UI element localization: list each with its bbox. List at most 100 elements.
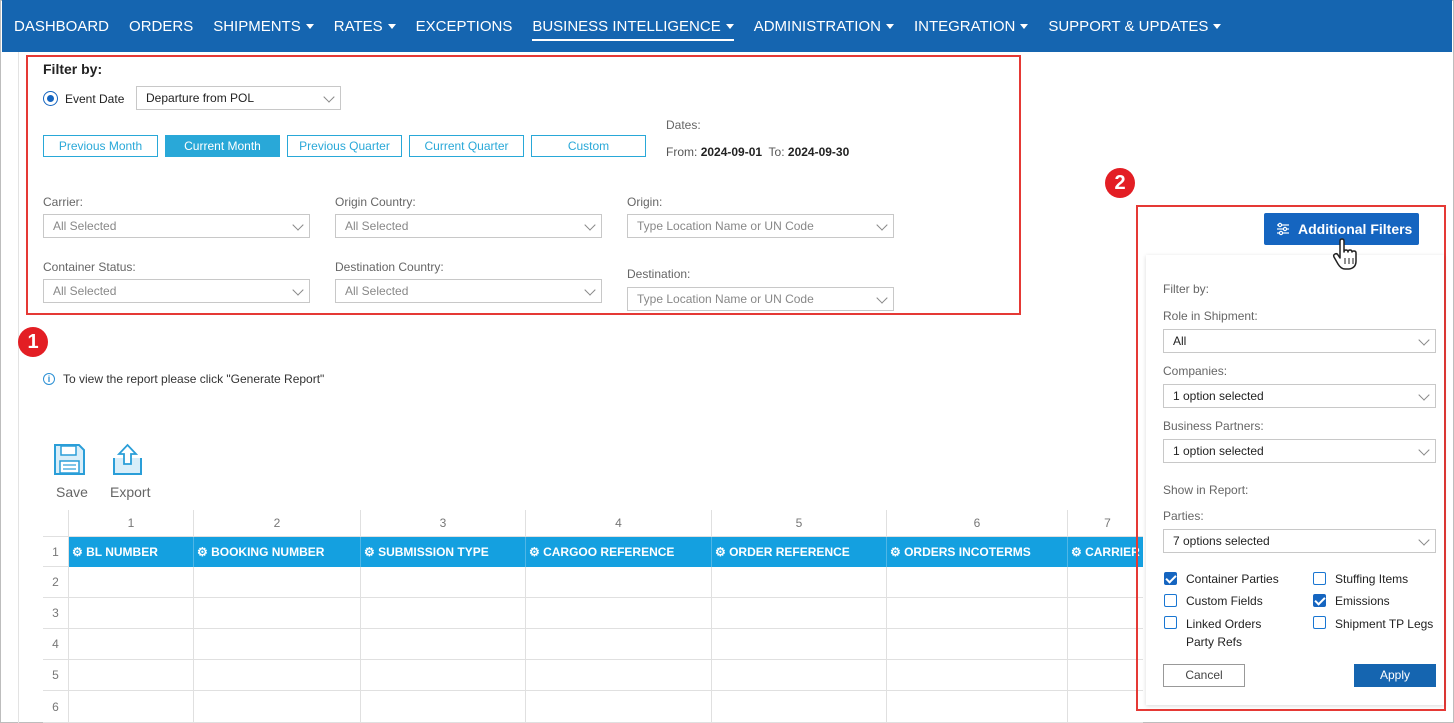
grid-cell xyxy=(712,660,887,691)
grid-cell xyxy=(69,691,194,723)
event-date-radio[interactable] xyxy=(43,91,58,106)
column-header[interactable]: ⚙ CARRIER xyxy=(1068,537,1143,567)
stuffing-items-checkbox[interactable] xyxy=(1313,572,1326,585)
nav-integration-label: INTEGRATION xyxy=(913,17,1016,35)
gear-icon[interactable]: ⚙ xyxy=(364,545,378,559)
container-parties-label: Container Parties xyxy=(1186,572,1279,586)
grid-cell xyxy=(526,660,712,691)
event-date-select[interactable]: Departure from POL xyxy=(136,86,341,110)
caret-down-icon xyxy=(305,23,314,29)
origin-label: Origin: xyxy=(627,195,663,209)
row-number: 2 xyxy=(43,567,69,598)
gear-icon[interactable]: ⚙ xyxy=(1071,545,1085,559)
chevron-down-icon xyxy=(876,292,888,304)
partners-label: Business Partners: xyxy=(1163,419,1264,433)
stuffing-items-label: Stuffing Items xyxy=(1335,572,1409,586)
shipment-tp-legs-checkbox[interactable] xyxy=(1313,616,1326,629)
carrier-value: All Selected xyxy=(53,219,117,233)
column-number: 7 xyxy=(1068,510,1143,537)
chevron-down-icon xyxy=(1418,534,1430,546)
floppy-disk-icon xyxy=(54,444,85,475)
chevron-down-icon xyxy=(292,284,304,296)
nav-integration[interactable]: INTEGRATION xyxy=(913,11,1029,41)
grid-cell xyxy=(69,660,194,691)
companies-select[interactable]: 1 option selected xyxy=(1163,384,1436,408)
previous-quarter-button[interactable]: Previous Quarter xyxy=(287,135,402,157)
grid-cell xyxy=(526,691,712,723)
gear-icon[interactable]: ⚙ xyxy=(715,545,729,559)
grid-cell xyxy=(194,629,361,660)
nav-rates-label: RATES xyxy=(333,17,383,35)
nav-business-intelligence[interactable]: BUSINESS INTELLIGENCE xyxy=(532,11,734,41)
chevron-down-icon xyxy=(292,219,304,231)
role-select[interactable]: All xyxy=(1163,329,1436,353)
container-parties-checkbox[interactable] xyxy=(1164,572,1177,585)
gear-icon[interactable]: ⚙ xyxy=(890,545,904,559)
nav-dashboard[interactable]: DASHBOARD xyxy=(14,11,109,41)
container-status-value: All Selected xyxy=(53,284,117,298)
linked-orders-checkbox[interactable] xyxy=(1164,616,1177,629)
caret-down-icon xyxy=(885,23,894,29)
gear-icon[interactable]: ⚙ xyxy=(72,545,86,559)
origin-country-select[interactable]: All Selected xyxy=(335,214,602,238)
column-number: 2 xyxy=(194,510,361,537)
custom-fields-checkbox[interactable] xyxy=(1164,594,1177,607)
previous-month-button[interactable]: Previous Month xyxy=(43,135,158,157)
nav-rates[interactable]: RATES xyxy=(334,11,396,41)
nav-support-updates[interactable]: SUPPORT & UPDATES xyxy=(1048,11,1222,41)
current-month-button[interactable]: Current Month xyxy=(165,135,280,157)
parties-select[interactable]: 7 options selected xyxy=(1163,529,1436,553)
partners-value: 1 option selected xyxy=(1173,444,1264,458)
container-status-select[interactable]: All Selected xyxy=(43,279,310,303)
nav-orders[interactable]: ORDERS xyxy=(129,11,193,41)
emissions-checkbox[interactable] xyxy=(1313,594,1326,607)
column-header[interactable]: ⚙ ORDER REFERENCE xyxy=(712,537,887,567)
origin-input[interactable]: Type Location Name or UN Code xyxy=(627,214,894,238)
grid-cell xyxy=(1068,660,1143,691)
column-number: 3 xyxy=(361,510,526,537)
from-value: 2024-09-01 xyxy=(700,145,763,159)
grid-cell xyxy=(887,567,1068,598)
to-label: To: xyxy=(768,145,785,159)
grid-cell xyxy=(69,598,194,629)
gear-icon[interactable]: ⚙ xyxy=(197,545,211,559)
grid-cell xyxy=(1068,629,1143,660)
carrier-select[interactable]: All Selected xyxy=(43,214,310,238)
column-number: 1 xyxy=(69,510,194,537)
destination-input[interactable]: Type Location Name or UN Code xyxy=(627,287,894,311)
partners-select[interactable]: 1 option selected xyxy=(1163,439,1436,463)
caret-down-icon xyxy=(1213,23,1222,29)
grid-cell xyxy=(526,567,712,598)
linked-orders-label: Linked Orders xyxy=(1186,617,1262,631)
nav-shipments[interactable]: SHIPMENTS xyxy=(213,11,314,41)
save-button[interactable] xyxy=(53,443,86,476)
gear-icon[interactable]: ⚙ xyxy=(529,545,543,559)
chevron-down-icon xyxy=(1418,334,1430,346)
role-value: All xyxy=(1173,334,1187,348)
destination-country-select[interactable]: All Selected xyxy=(335,279,602,303)
report-grid: 1 2 3 4 5 6 7 1 ⚙ BL NUMBER ⚙ BOOKING NUMBER ⚙ SUB… xyxy=(43,510,1143,723)
column-header[interactable]: ⚙ ORDERS INCOTERMS xyxy=(887,537,1068,567)
custom-button[interactable]: Custom xyxy=(531,135,646,157)
export-label[interactable]: Export xyxy=(110,484,150,500)
column-header[interactable]: ⚙ SUBMISSION TYPE xyxy=(361,537,526,567)
row-number: 6 xyxy=(43,691,69,723)
column-header[interactable]: ⚙ BOOKING NUMBER xyxy=(194,537,361,567)
cancel-button[interactable]: Cancel xyxy=(1163,664,1245,687)
custom-fields-label: Custom Fields xyxy=(1186,594,1263,608)
save-label[interactable]: Save xyxy=(56,484,88,500)
nav-exceptions[interactable]: EXCEPTIONS xyxy=(416,11,513,41)
nav-administration[interactable]: ADMINISTRATION xyxy=(754,11,894,41)
grid-cell xyxy=(887,629,1068,660)
export-button[interactable] xyxy=(111,443,144,476)
column-header[interactable]: ⚙ CARGOO REFERENCE xyxy=(526,537,712,567)
column-header[interactable]: ⚙ BL NUMBER xyxy=(69,537,194,567)
grid-cell xyxy=(712,567,887,598)
chevron-down-icon xyxy=(584,219,596,231)
row-number: 1 xyxy=(43,537,69,567)
apply-button[interactable]: Apply xyxy=(1354,664,1436,687)
additional-filters-label: Additional Filters xyxy=(1298,221,1413,237)
grid-cell xyxy=(361,629,526,660)
nav-admin-label: ADMINISTRATION xyxy=(753,17,881,35)
current-quarter-button[interactable]: Current Quarter xyxy=(409,135,524,157)
